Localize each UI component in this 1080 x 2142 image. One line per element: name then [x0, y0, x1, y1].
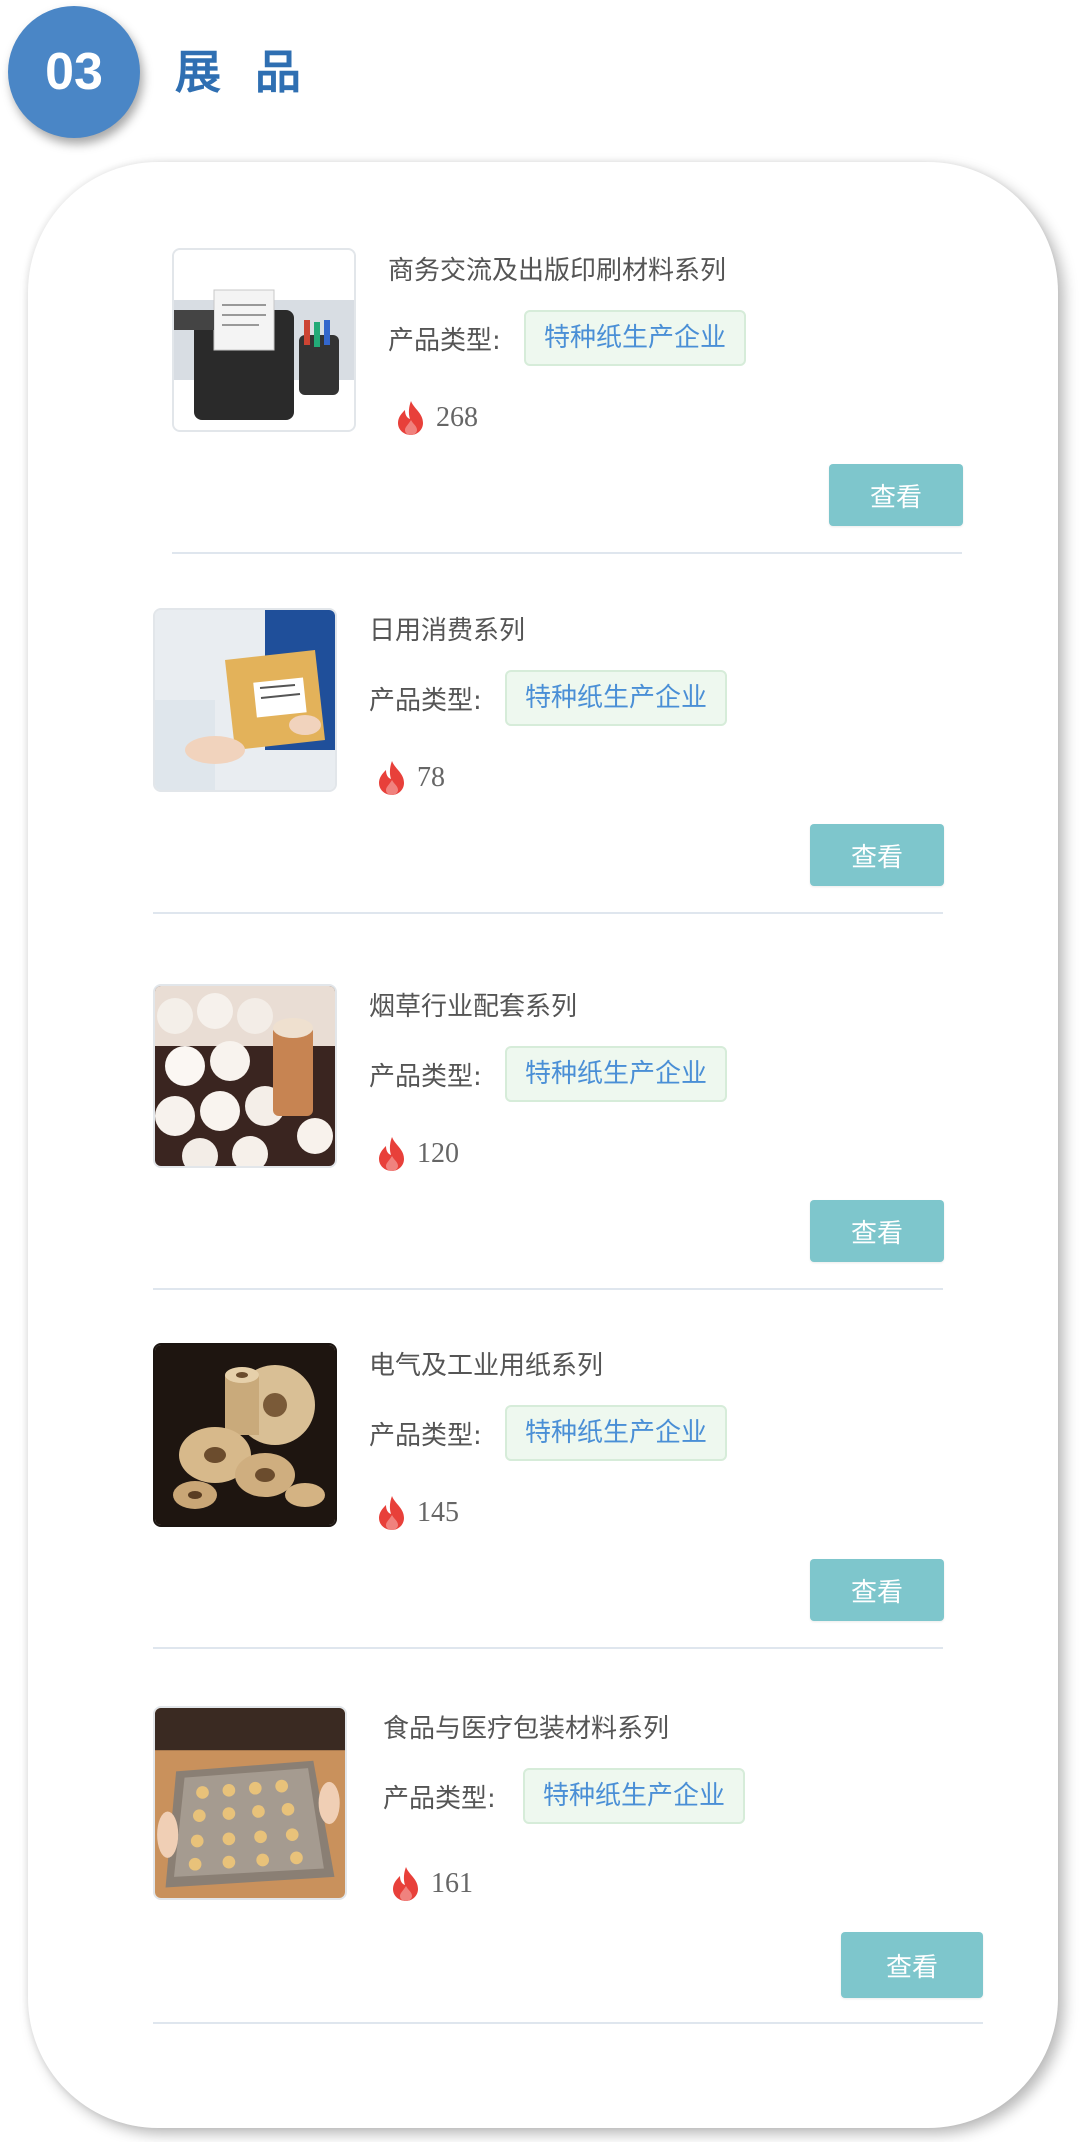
view-button[interactable]: 查看: [829, 464, 963, 526]
heat-indicator: 78: [375, 760, 445, 796]
product-type-label: 产品类型:: [369, 686, 482, 716]
heat-indicator: 161: [389, 1866, 473, 1902]
heat-count: 120: [417, 1138, 459, 1169]
section-number-badge: 03: [8, 6, 140, 138]
item-title: 日用消费系列: [369, 616, 526, 646]
flame-icon: [379, 761, 404, 795]
flame-icon: [379, 1496, 404, 1530]
baking-tray-image[interactable]: [153, 1706, 347, 1900]
item-divider: [153, 912, 943, 914]
list-item: 日用消费系列 产品类型: 特种纸生产企业 78 查看: [153, 608, 944, 914]
heat-count: 78: [417, 762, 445, 793]
item-divider: [172, 552, 962, 554]
view-button[interactable]: 查看: [810, 824, 944, 886]
item-title: 商务交流及出版印刷材料系列: [388, 256, 727, 286]
product-type-label: 产品类型:: [369, 1062, 482, 1092]
section-title: 展品: [175, 45, 335, 99]
view-button[interactable]: 查看: [810, 1200, 944, 1262]
list-item: 食品与医疗包装材料系列 产品类型: 特种纸生产企业 161 查看: [153, 1706, 983, 2024]
product-type-label: 产品类型:: [369, 1421, 482, 1451]
exhibits-page: 03 展品 商务交流及出版印刷材料系列 产品类型: 特种纸生产企业 268 查看…: [0, 0, 1080, 2142]
heat-indicator: 120: [375, 1136, 459, 1172]
product-type-label: 产品类型:: [383, 1784, 496, 1814]
item-title: 电气及工业用纸系列: [369, 1351, 604, 1381]
heat-count: 161: [431, 1868, 473, 1899]
item-title: 食品与医疗包装材料系列: [383, 1714, 670, 1744]
list-item: 电气及工业用纸系列 产品类型: 特种纸生产企业 145 查看: [153, 1343, 944, 1649]
flame-icon: [379, 1137, 404, 1171]
product-type-tag: 特种纸生产企业: [505, 1046, 728, 1102]
heat-count: 268: [436, 402, 478, 433]
item-divider: [153, 2022, 983, 2024]
courier-envelope-image[interactable]: [153, 608, 337, 792]
heat-indicator: 145: [375, 1495, 459, 1531]
item-divider: [153, 1288, 943, 1290]
product-type-tag: 特种纸生产企业: [505, 670, 728, 726]
paper-rolls-image[interactable]: [153, 1343, 337, 1527]
view-button[interactable]: 查看: [810, 1559, 944, 1621]
product-type-tag: 特种纸生产企业: [523, 1768, 746, 1824]
item-title: 烟草行业配套系列: [369, 992, 578, 1022]
flame-icon: [398, 401, 423, 435]
receipt-printer-image[interactable]: [172, 248, 356, 432]
view-button[interactable]: 查看: [841, 1932, 983, 1998]
cigarette-filters-image[interactable]: [153, 984, 337, 1168]
list-item: 商务交流及出版印刷材料系列 产品类型: 特种纸生产企业 268 查看: [172, 248, 963, 554]
heat-count: 145: [417, 1497, 459, 1528]
list-item: 烟草行业配套系列 产品类型: 特种纸生产企业 120 查看: [153, 984, 944, 1290]
product-type-tag: 特种纸生产企业: [524, 310, 747, 366]
product-type-tag: 特种纸生产企业: [505, 1405, 728, 1461]
product-type-label: 产品类型:: [388, 326, 501, 356]
heat-indicator: 268: [394, 400, 478, 436]
flame-icon: [393, 1867, 418, 1901]
item-divider: [153, 1647, 943, 1649]
